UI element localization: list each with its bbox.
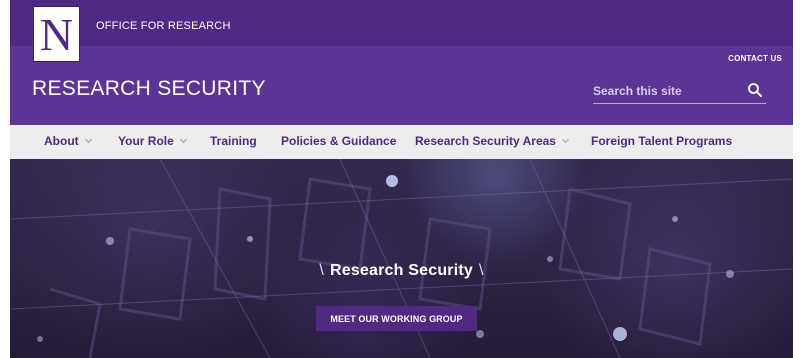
nav-item-your-role[interactable]: Your Role <box>118 134 187 148</box>
site-header: CONTACT US RESEARCH SECURITY <box>10 46 793 125</box>
nav-item-policies-guidance[interactable]: Policies & Guidance <box>281 134 396 148</box>
chevron-down-icon <box>84 135 92 144</box>
nav-item-research-security-areas[interactable]: Research Security Areas <box>415 134 570 148</box>
site-frame: OFFICE FOR RESEARCH N CONTACT US RESEARC… <box>10 0 793 358</box>
hero-banner: \ Research Security \ MEET OUR WORKING GRO… <box>10 159 793 358</box>
nav-item-foreign-talent-programs[interactable]: Foreign Talent Programs <box>591 134 732 148</box>
slash-right: \ <box>479 262 484 279</box>
chevron-down-icon <box>561 135 570 144</box>
contact-us-link[interactable]: CONTACT US <box>728 54 782 63</box>
nav-item-label: Your Role <box>118 134 174 148</box>
search-input[interactable] <box>593 80 743 102</box>
northwestern-logo[interactable]: N <box>33 6 80 62</box>
hero-title: \ Research Security \ <box>10 262 793 280</box>
nav-item-about[interactable]: About <box>44 134 92 148</box>
meet-working-group-button[interactable]: MEET OUR WORKING GROUP <box>316 306 477 331</box>
chevron-down-icon <box>179 135 187 144</box>
slash-left: \ <box>319 262 324 279</box>
office-for-research-link[interactable]: OFFICE FOR RESEARCH <box>96 20 231 32</box>
hero-title-text: Research Security <box>329 262 474 279</box>
logo-letter: N <box>39 9 74 60</box>
nav-item-label: Research Security Areas <box>415 134 556 148</box>
main-nav: About Your Role Training Policies & Guid… <box>10 125 793 159</box>
nav-item-label: About <box>44 134 79 148</box>
nav-item-label: Policies & Guidance <box>281 134 397 148</box>
site-title[interactable]: RESEARCH SECURITY <box>32 77 266 101</box>
search-box <box>593 80 766 104</box>
page: OFFICE FOR RESEARCH N CONTACT US RESEARC… <box>0 0 803 358</box>
nav-item-training[interactable]: Training <box>210 134 257 148</box>
nav-item-label: Training <box>210 134 257 148</box>
search-icon[interactable] <box>747 82 763 98</box>
top-bar: OFFICE FOR RESEARCH <box>10 0 793 46</box>
nav-item-label: Foreign Talent Programs <box>591 134 733 148</box>
